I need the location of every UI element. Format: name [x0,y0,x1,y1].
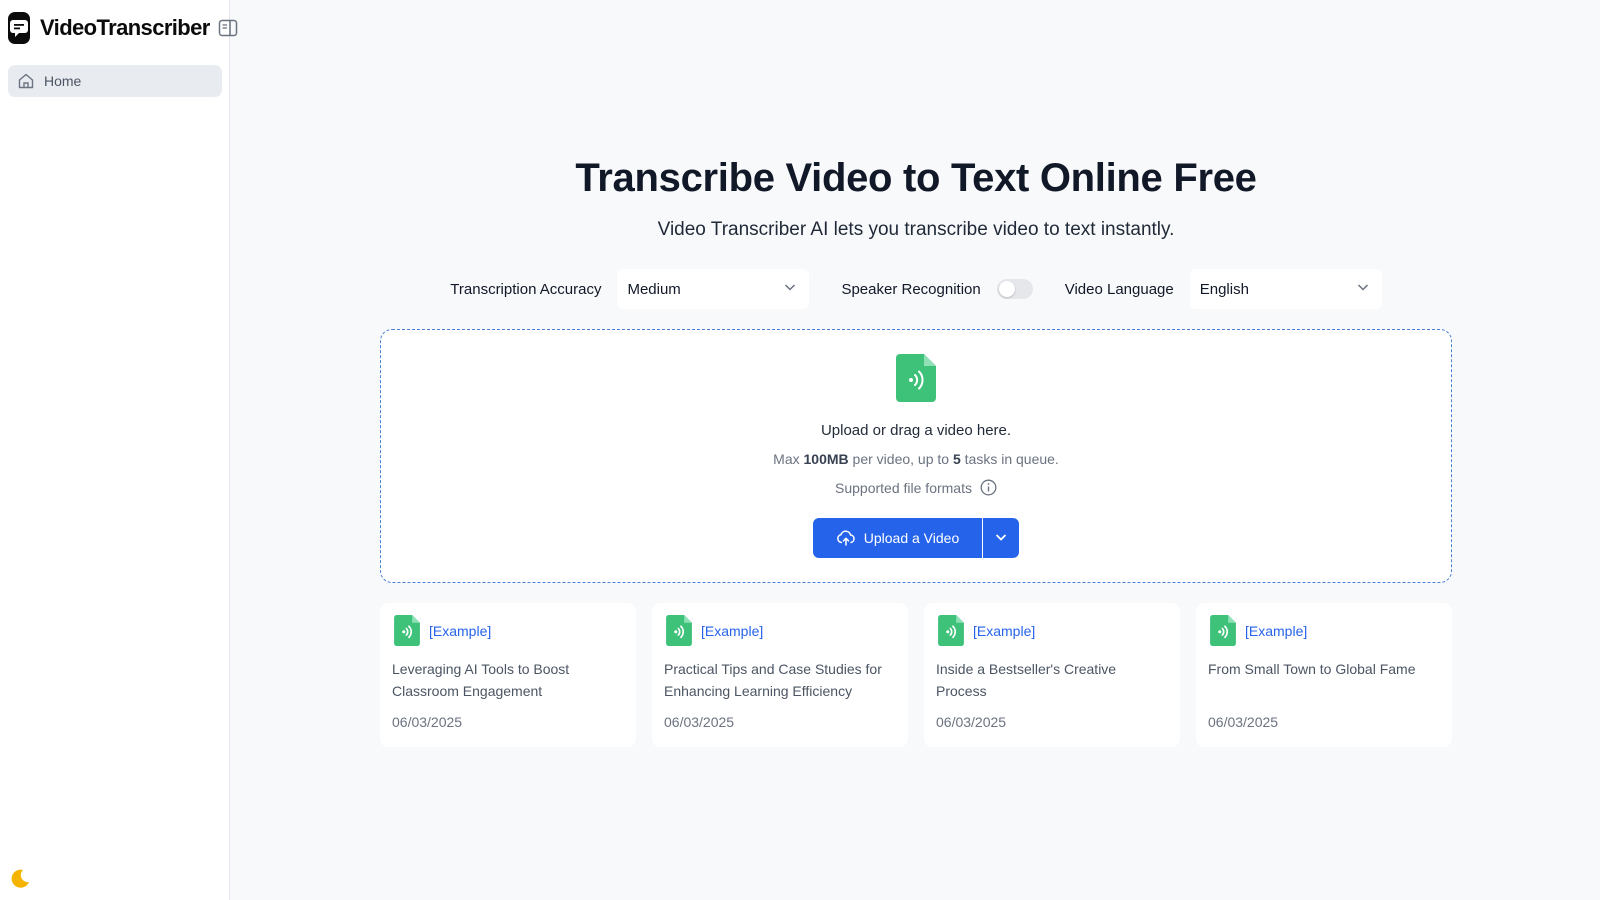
example-card[interactable]: [Example] Inside a Bestseller's Creative… [924,603,1180,747]
example-list: [Example] Leveraging AI Tools to Boost C… [380,603,1452,747]
example-card[interactable]: [Example] From Small Town to Global Fame… [1196,603,1452,747]
accuracy-select[interactable]: Medium [617,269,810,309]
upload-options-dropdown[interactable] [983,518,1019,558]
accuracy-label: Transcription Accuracy [450,280,602,298]
chevron-down-icon [994,530,1008,547]
example-title: Leveraging AI Tools to Boost Classroom E… [392,661,570,699]
example-title: Practical Tips and Case Studies for Enha… [664,661,882,699]
sidebar-nav: Home [8,65,222,97]
example-card-header: [Example] [392,615,624,646]
example-card-header: [Example] [664,615,896,646]
toggle-knob [998,281,1015,297]
audio-file-icon [394,615,420,646]
page-subtitle: Video Transcriber AI lets you transcribe… [657,219,1175,240]
upload-prompt: Upload or drag a video here. [820,422,1012,439]
sidebar: VideoTranscriber Home [0,0,237,900]
example-card[interactable]: [Example] Practical Tips and Case Studie… [652,603,908,747]
moon-icon[interactable] [9,868,31,890]
example-card-header: [Example] [936,615,1168,646]
example-date: 06/03/2025 [664,714,735,730]
limit-prefix: Max [773,451,804,467]
page-title: Transcribe Video to Text Online Free [575,156,1257,200]
supported-formats-label: Supported file formats [835,479,972,496]
upload-dropzone[interactable]: Upload or drag a video here. Max 100MB p… [380,329,1452,583]
accuracy-value: Medium [627,280,681,298]
speaker-recognition-toggle[interactable] [996,279,1033,299]
video-language-label: Video Language [1064,280,1174,298]
home-icon [17,72,35,90]
app-name: VideoTranscriber [40,15,210,40]
upload-video-label: Upload a Video [863,530,960,546]
main-content: Transcribe Video to Text Online Free Vid… [230,0,1600,900]
example-tag: [Example] [429,622,492,639]
max-tasks: 5 [952,451,961,467]
limit-suffix: tasks in queue. [960,451,1059,467]
brand: VideoTranscriber [8,10,237,46]
example-title: From Small Town to Global Fame [1208,661,1416,677]
speaker-recognition-label: Speaker Recognition [841,280,981,298]
example-date: 06/03/2025 [936,714,1007,730]
transcription-options: Transcription Accuracy Medium Speaker Re… [380,269,1452,309]
example-date: 06/03/2025 [1208,714,1279,730]
chevron-down-icon [1356,280,1370,298]
limit-middle: per video, up to [848,451,953,467]
example-title: Inside a Bestseller's Creative Process [936,661,1117,699]
example-card[interactable]: [Example] Leveraging AI Tools to Boost C… [380,603,636,747]
sidebar-item-home[interactable]: Home [8,65,222,97]
cloud-upload-icon [836,530,856,546]
audio-file-icon [666,615,692,646]
sidebar-item-label: Home [44,73,82,89]
upload-limits: Max 100MB per video, up to 5 tasks in qu… [381,451,1451,467]
audio-file-icon [896,354,936,407]
audio-file-icon [938,615,964,646]
example-tag: [Example] [701,622,764,639]
upload-button-group: Upload a Video [813,518,1019,558]
example-tag: [Example] [1245,622,1308,639]
audio-file-icon [1210,615,1236,646]
upload-video-button[interactable]: Upload a Video [813,518,982,558]
info-icon[interactable] [980,479,997,496]
example-date: 06/03/2025 [392,714,463,730]
chat-bubble-logo-icon [8,12,30,44]
supported-formats: Supported file formats [381,479,1451,496]
language-select[interactable]: English [1189,269,1382,309]
max-size: 100MB [803,451,849,467]
app-root: VideoTranscriber Home Transcribe Video t… [0,0,1600,900]
chevron-down-icon [783,280,797,298]
example-card-header: [Example] [1208,615,1440,646]
language-value: English [1199,280,1249,298]
example-tag: [Example] [973,622,1036,639]
